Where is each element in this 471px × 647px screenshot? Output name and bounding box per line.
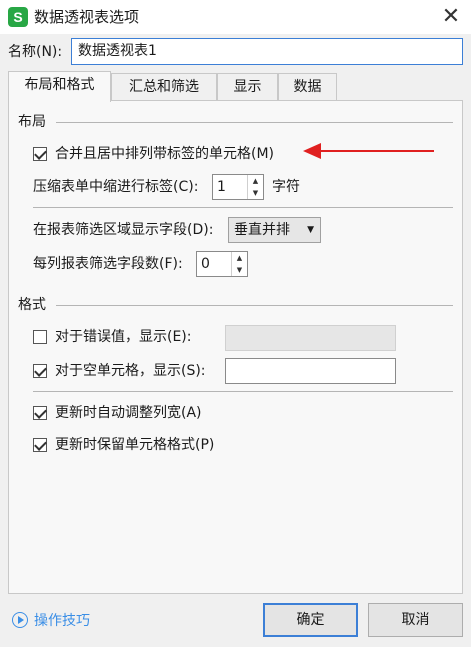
section-title-format: 格式 [18, 297, 46, 313]
empty-cells-checkbox[interactable] [33, 364, 47, 378]
filter-order-select[interactable]: 垂直并排 ▼ [228, 217, 321, 243]
annotation-arrow-icon [303, 143, 321, 159]
indent-label: 压缩表单中缩进行标签(C): [33, 179, 199, 195]
chevron-down-icon: ▼ [307, 225, 314, 235]
name-input[interactable]: 数据透视表1 [71, 38, 463, 65]
filter-count-label: 每列报表筛选字段数(F): [33, 256, 183, 272]
spinner-up-icon[interactable]: ▲ [248, 175, 263, 187]
group-divider [33, 391, 453, 392]
cancel-button[interactable]: 取消 [368, 603, 463, 637]
indent-spinner[interactable]: 1 ▲ ▼ [212, 174, 264, 200]
preserve-format-label: 更新时保留单元格格式(P) [55, 437, 215, 453]
ok-button[interactable]: 确定 [263, 603, 358, 637]
section-divider [56, 305, 453, 306]
spinner-buttons: ▲ ▼ [231, 252, 247, 276]
play-circle-icon [12, 612, 28, 628]
filter-order-value: 垂直并排 [234, 222, 290, 238]
preserve-format-checkbox[interactable] [33, 438, 47, 452]
indent-value[interactable]: 1 [217, 175, 226, 199]
error-values-label: 对于错误值，显示(E): [55, 329, 192, 345]
tips-label: 操作技巧 [34, 613, 90, 629]
wps-spreadsheet-icon: S [8, 7, 28, 27]
tips-link[interactable]: 操作技巧 [12, 611, 90, 631]
close-button[interactable]: ✕ [437, 3, 465, 31]
spinner-down-icon[interactable]: ▼ [232, 264, 247, 276]
filter-count-spinner[interactable]: 0 ▲ ▼ [196, 251, 248, 277]
merge-center-label: 合并且居中排列带标签的单元格(M) [55, 146, 275, 162]
title-bar: S 数据透视表选项 ✕ [0, 0, 471, 34]
empty-cells-input[interactable] [225, 358, 396, 384]
section-divider [56, 122, 453, 123]
filter-count-value[interactable]: 0 [201, 252, 210, 276]
group-divider [33, 207, 453, 208]
empty-cells-label: 对于空单元格，显示(S): [55, 363, 206, 379]
autofit-checkbox[interactable] [33, 406, 47, 420]
spinner-buttons: ▲ ▼ [247, 175, 263, 199]
tab-data[interactable]: 数据 [278, 73, 337, 100]
section-title-layout: 布局 [18, 114, 46, 130]
window-title: 数据透视表选项 [34, 8, 140, 26]
indent-unit: 字符 [272, 179, 300, 195]
filter-order-label: 在报表筛选区域显示字段(D): [33, 222, 214, 238]
tab-layout-format[interactable]: 布局和格式 [8, 71, 111, 102]
merge-center-checkbox[interactable] [33, 147, 47, 161]
spinner-down-icon[interactable]: ▼ [248, 187, 263, 199]
tab-display[interactable]: 显示 [217, 73, 278, 100]
error-values-checkbox[interactable] [33, 330, 47, 344]
autofit-label: 更新时自动调整列宽(A) [55, 405, 202, 421]
spinner-up-icon[interactable]: ▲ [232, 252, 247, 264]
error-values-input[interactable] [225, 325, 396, 351]
tab-summary-filter[interactable]: 汇总和筛选 [111, 73, 217, 100]
name-label: 名称(N): [8, 44, 63, 60]
annotation-arrow-shaft [318, 150, 434, 152]
